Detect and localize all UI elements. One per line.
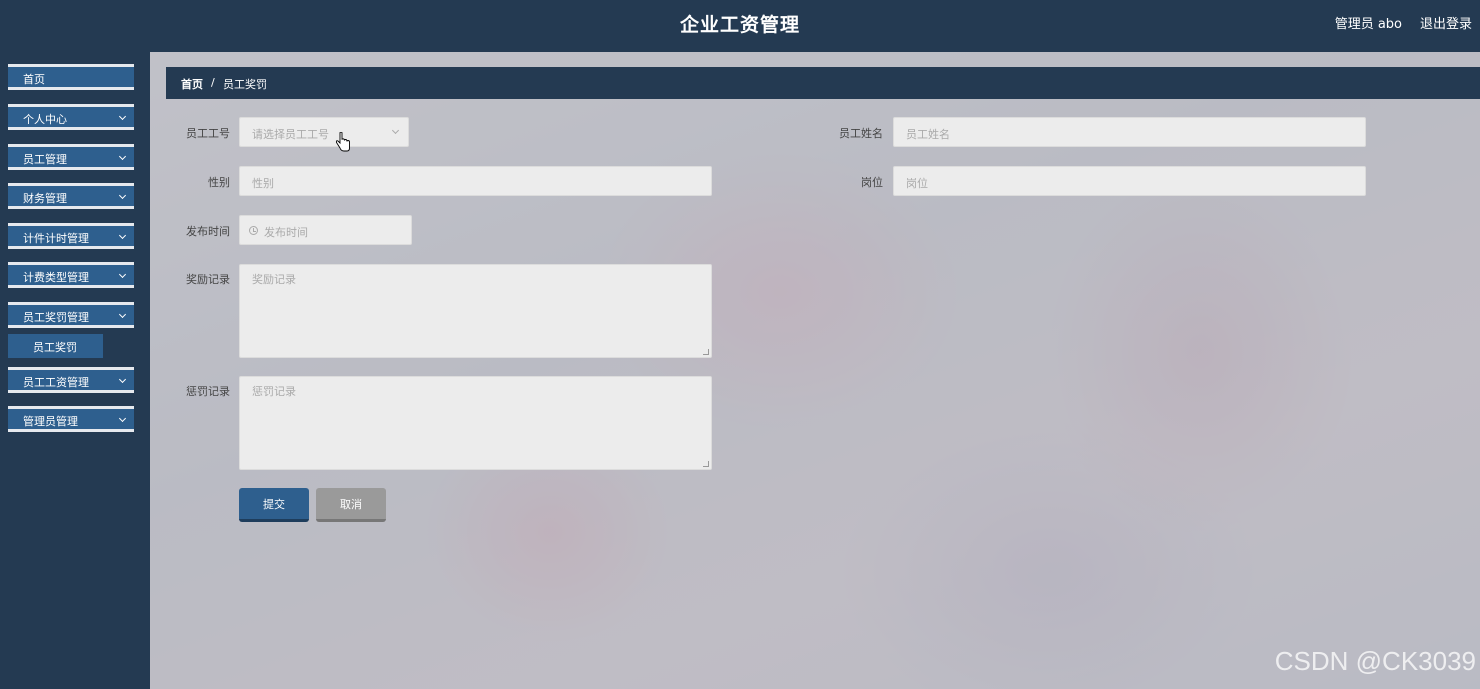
resize-handle-icon[interactable] — [703, 349, 709, 355]
sidebar-item-billing-type-management[interactable]: 计费类型管理 — [8, 262, 134, 288]
sidebar-item-salary-management[interactable]: 员工工资管理 — [8, 367, 134, 393]
sidebar-item-label: 个人中心 — [23, 113, 67, 126]
position-label: 岗位 — [861, 176, 883, 189]
sidebar-item-reward-penalty-management[interactable]: 员工奖罚管理 — [8, 302, 134, 328]
sidebar-subitem-label: 员工奖罚 — [33, 341, 77, 354]
chevron-down-icon — [118, 191, 127, 200]
sidebar-item-personal-center[interactable]: 个人中心 — [8, 104, 134, 130]
chevron-down-icon — [118, 414, 127, 423]
chevron-down-icon — [118, 152, 127, 161]
reward-record-label: 奖励记录 — [186, 273, 230, 286]
breadcrumb-separator: / — [211, 76, 215, 89]
reward-record-placeholder: 奖励记录 — [252, 273, 296, 286]
sidebar-item-label: 员工奖罚管理 — [23, 311, 89, 324]
employee-no-label: 员工工号 — [186, 127, 230, 140]
logout-link[interactable]: 退出登录 — [1420, 13, 1472, 32]
penalty-record-label: 惩罚记录 — [186, 385, 230, 398]
employee-name-label: 员工姓名 — [839, 127, 883, 140]
penalty-record-textarea[interactable]: 惩罚记录 — [239, 376, 712, 470]
top-bar: 企业工资管理 管理员 abo 退出登录 — [0, 0, 1480, 52]
sidebar-item-home[interactable]: 首页 — [8, 64, 134, 90]
breadcrumb-home[interactable]: 首页 — [181, 76, 203, 92]
position-placeholder: 岗位 — [906, 177, 928, 190]
resize-handle-icon[interactable] — [703, 461, 709, 467]
chevron-down-icon — [118, 375, 127, 384]
chevron-down-icon — [118, 231, 127, 240]
sidebar-item-label: 计费类型管理 — [23, 271, 89, 284]
penalty-record-placeholder: 惩罚记录 — [252, 385, 296, 398]
breadcrumb-current: 员工奖罚 — [223, 78, 267, 91]
current-user-label: 管理员 abo — [1334, 17, 1402, 32]
gender-placeholder: 性别 — [252, 177, 274, 190]
breadcrumb: 首页 / 员工奖罚 — [166, 67, 1480, 99]
chevron-down-icon — [118, 112, 127, 121]
sidebar-item-admin-management[interactable]: 管理员管理 — [8, 406, 134, 432]
employee-no-select[interactable]: 请选择员工工号 — [239, 117, 409, 147]
sidebar-item-piece-time-management[interactable]: 计件计时管理 — [8, 223, 134, 249]
publish-time-placeholder: 发布时间 — [264, 226, 308, 239]
main-content: 首页 / 员工奖罚 员工工号 请选择员工工号 员工姓名 员工姓名 性别 性别 岗… — [150, 52, 1480, 689]
sidebar-item-label: 管理员管理 — [23, 415, 78, 428]
sidebar-item-label: 计件计时管理 — [23, 232, 89, 245]
position-input[interactable]: 岗位 — [893, 166, 1366, 196]
sidebar-subitem-reward-penalty[interactable]: 员工奖罚 — [8, 334, 103, 358]
sidebar-item-label: 员工工资管理 — [23, 376, 89, 389]
app-title: 企业工资管理 — [679, 14, 800, 36]
sidebar: 首页 个人中心 员工管理 财务管理 计件计时管理 计费类型管理 员工奖罚管理 员… — [0, 52, 150, 689]
gender-label: 性别 — [208, 176, 230, 189]
clock-icon — [249, 226, 258, 235]
employee-no-placeholder: 请选择员工工号 — [252, 128, 329, 141]
chevron-down-icon — [391, 126, 400, 135]
publish-time-picker[interactable]: 发布时间 — [239, 215, 412, 245]
cancel-button[interactable]: 取消 — [316, 488, 386, 522]
employee-name-placeholder: 员工姓名 — [906, 128, 950, 141]
reward-record-textarea[interactable]: 奖励记录 — [239, 264, 712, 358]
sidebar-item-finance-management[interactable]: 财务管理 — [8, 183, 134, 209]
sidebar-item-label: 员工管理 — [23, 153, 67, 166]
gender-input[interactable]: 性别 — [239, 166, 712, 196]
sidebar-item-label: 财务管理 — [23, 192, 67, 205]
watermark: CSDN @CK3039 — [1274, 646, 1476, 676]
chevron-down-icon — [118, 310, 127, 319]
chevron-down-icon — [118, 270, 127, 279]
submit-button[interactable]: 提交 — [239, 488, 309, 522]
hand-cursor-icon — [335, 132, 350, 152]
publish-time-label: 发布时间 — [186, 225, 230, 238]
employee-name-input[interactable]: 员工姓名 — [893, 117, 1366, 147]
sidebar-item-label: 首页 — [23, 73, 45, 86]
sidebar-item-employee-management[interactable]: 员工管理 — [8, 144, 134, 170]
